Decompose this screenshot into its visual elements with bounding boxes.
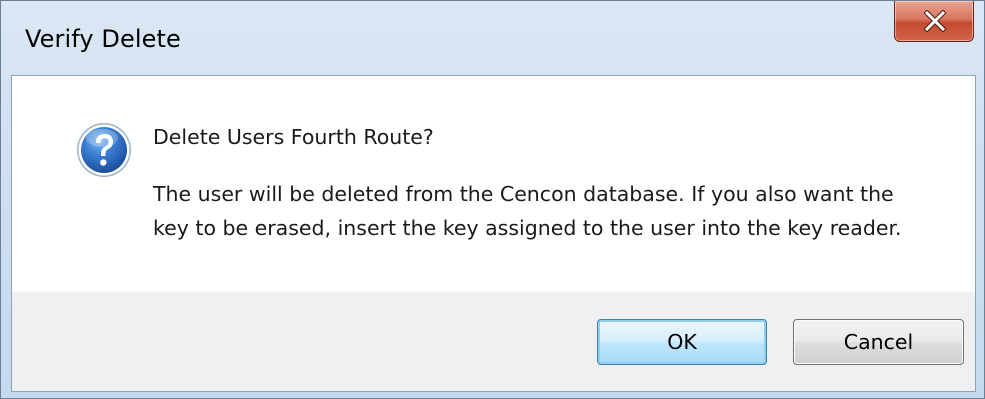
question-icon <box>77 123 131 177</box>
ok-button[interactable]: OK <box>597 319 767 365</box>
message-heading: Delete Users Fourth Route? <box>153 125 434 149</box>
dialog-client-area: Delete Users Fourth Route? The user will… <box>11 75 976 392</box>
close-button[interactable] <box>894 1 974 42</box>
window-title: Verify Delete <box>25 25 181 53</box>
cancel-button[interactable]: Cancel <box>793 319 964 365</box>
title-bar[interactable]: Verify Delete <box>1 1 984 75</box>
verify-delete-dialog: Verify Delete Delete Users Fourth Route?… <box>0 0 985 399</box>
message-area: Delete Users Fourth Route? The user will… <box>12 76 975 292</box>
close-icon <box>924 10 946 32</box>
message-body: The user will be deleted from the Cencon… <box>153 182 902 240</box>
